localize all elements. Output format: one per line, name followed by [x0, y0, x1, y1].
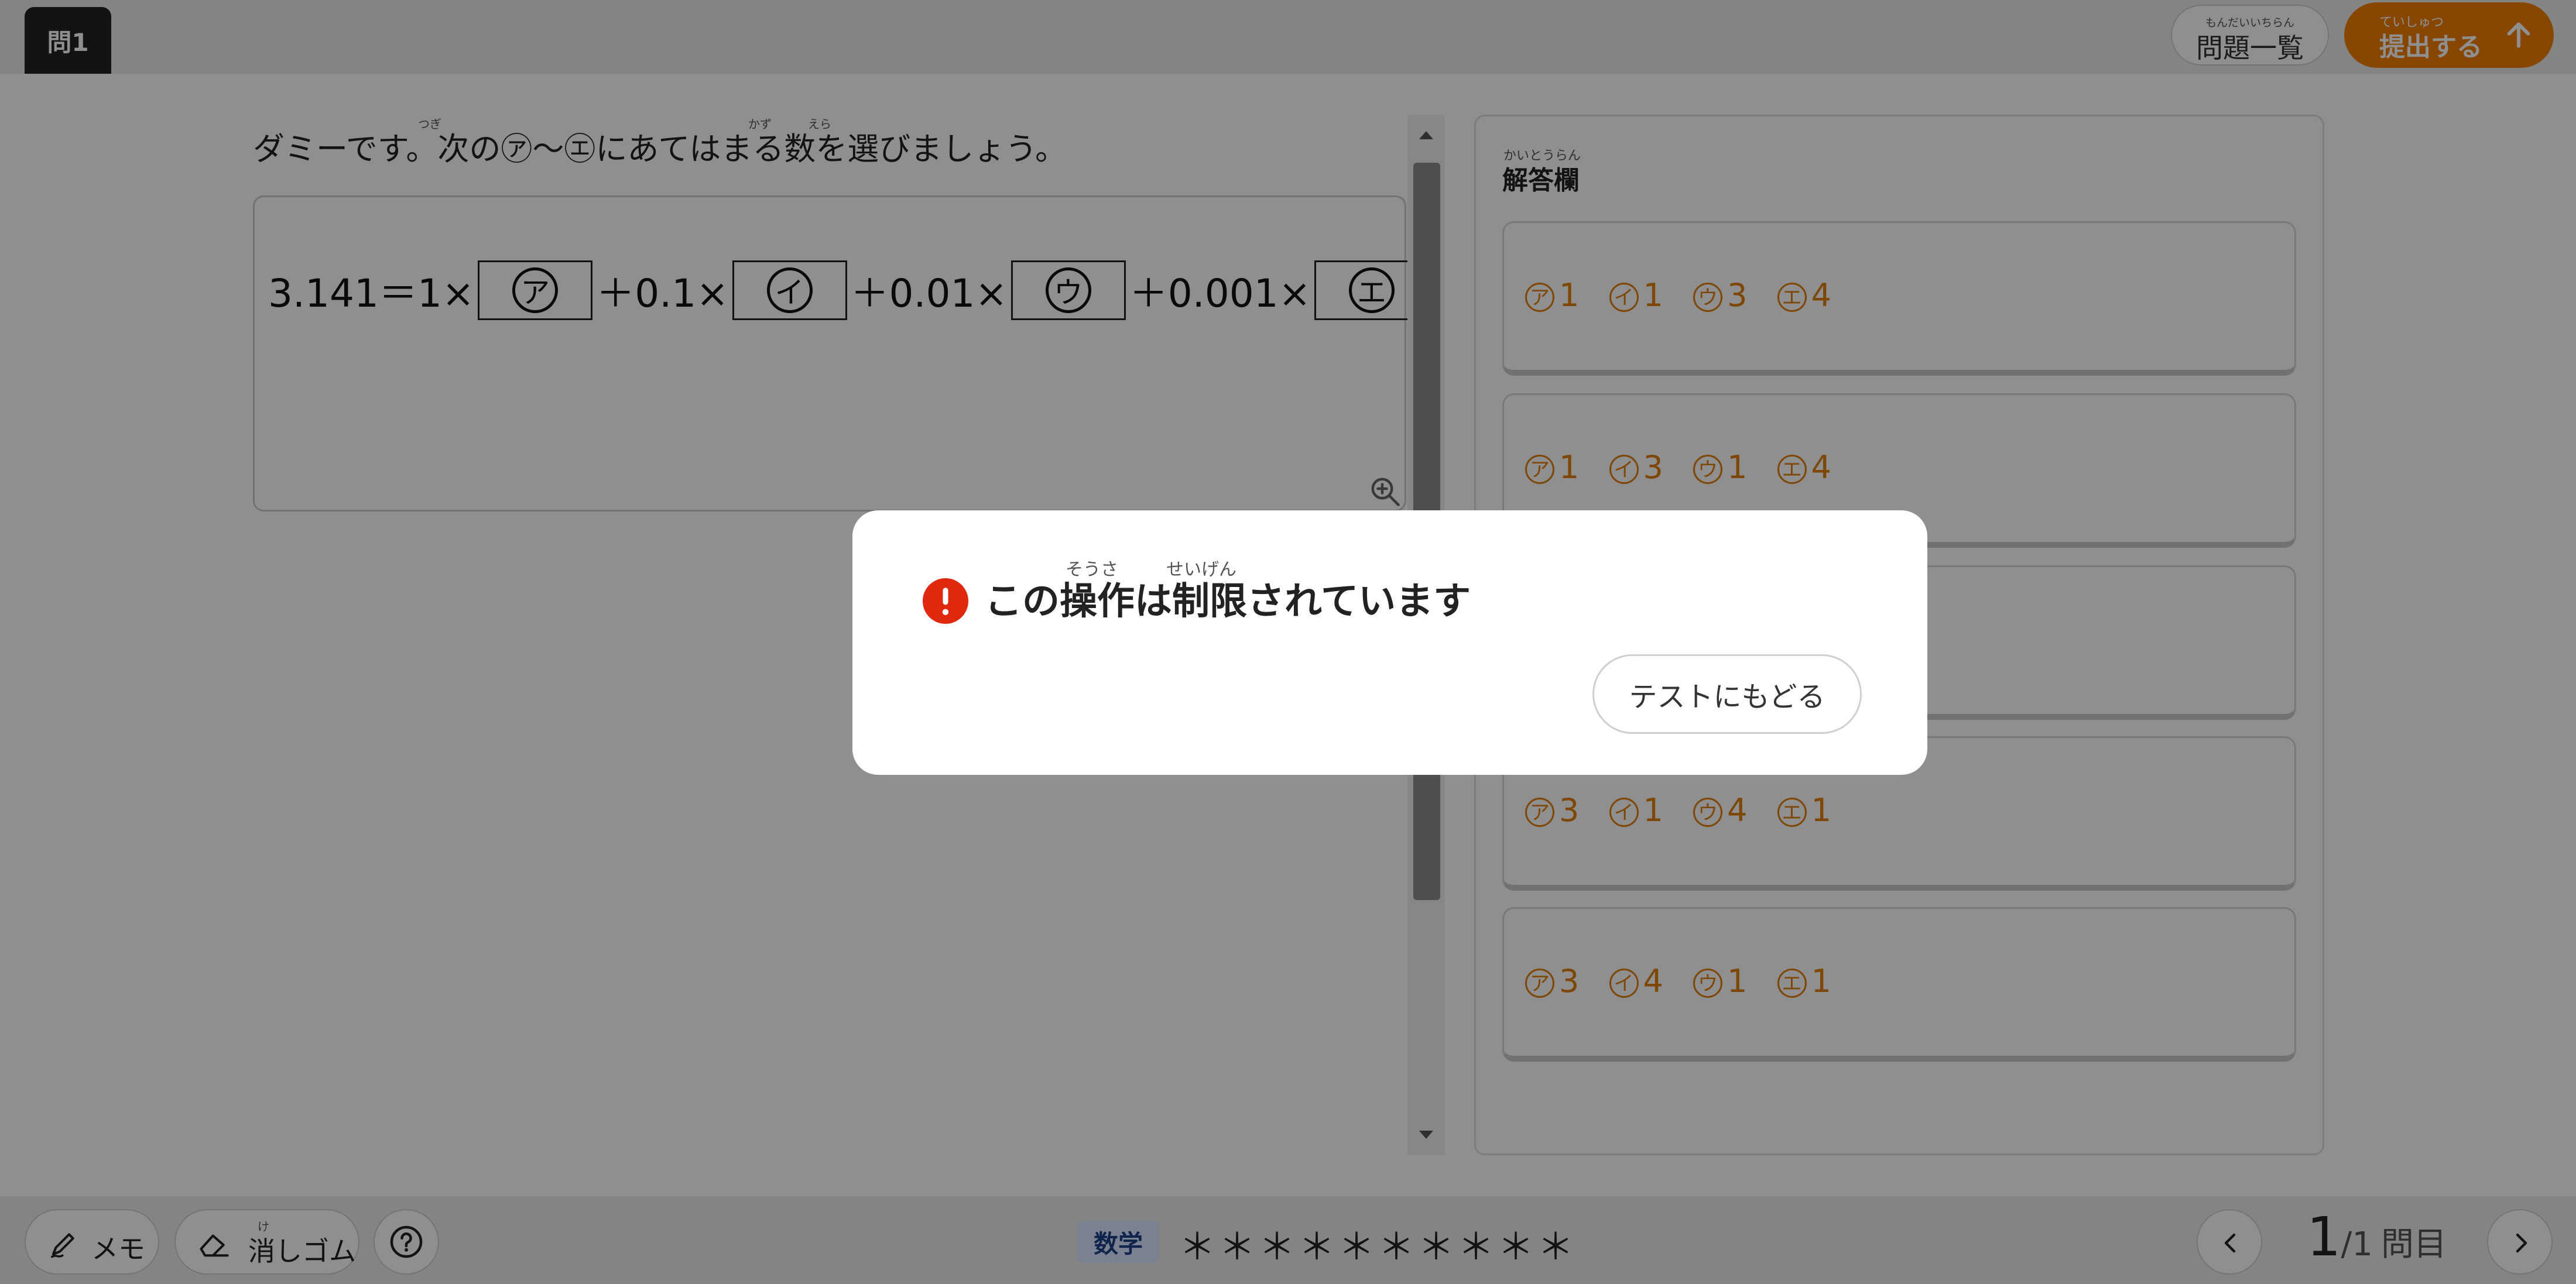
back-to-test-label: テストにもどる: [1629, 681, 1825, 713]
restriction-dialog: そうさ せいげん この操作は制限されています テストにもどる: [852, 510, 1927, 775]
error-icon: [923, 578, 968, 624]
dialog-message: この操作は制限されています: [985, 580, 1471, 623]
back-to-test-button[interactable]: テストにもどる: [1592, 654, 1862, 734]
